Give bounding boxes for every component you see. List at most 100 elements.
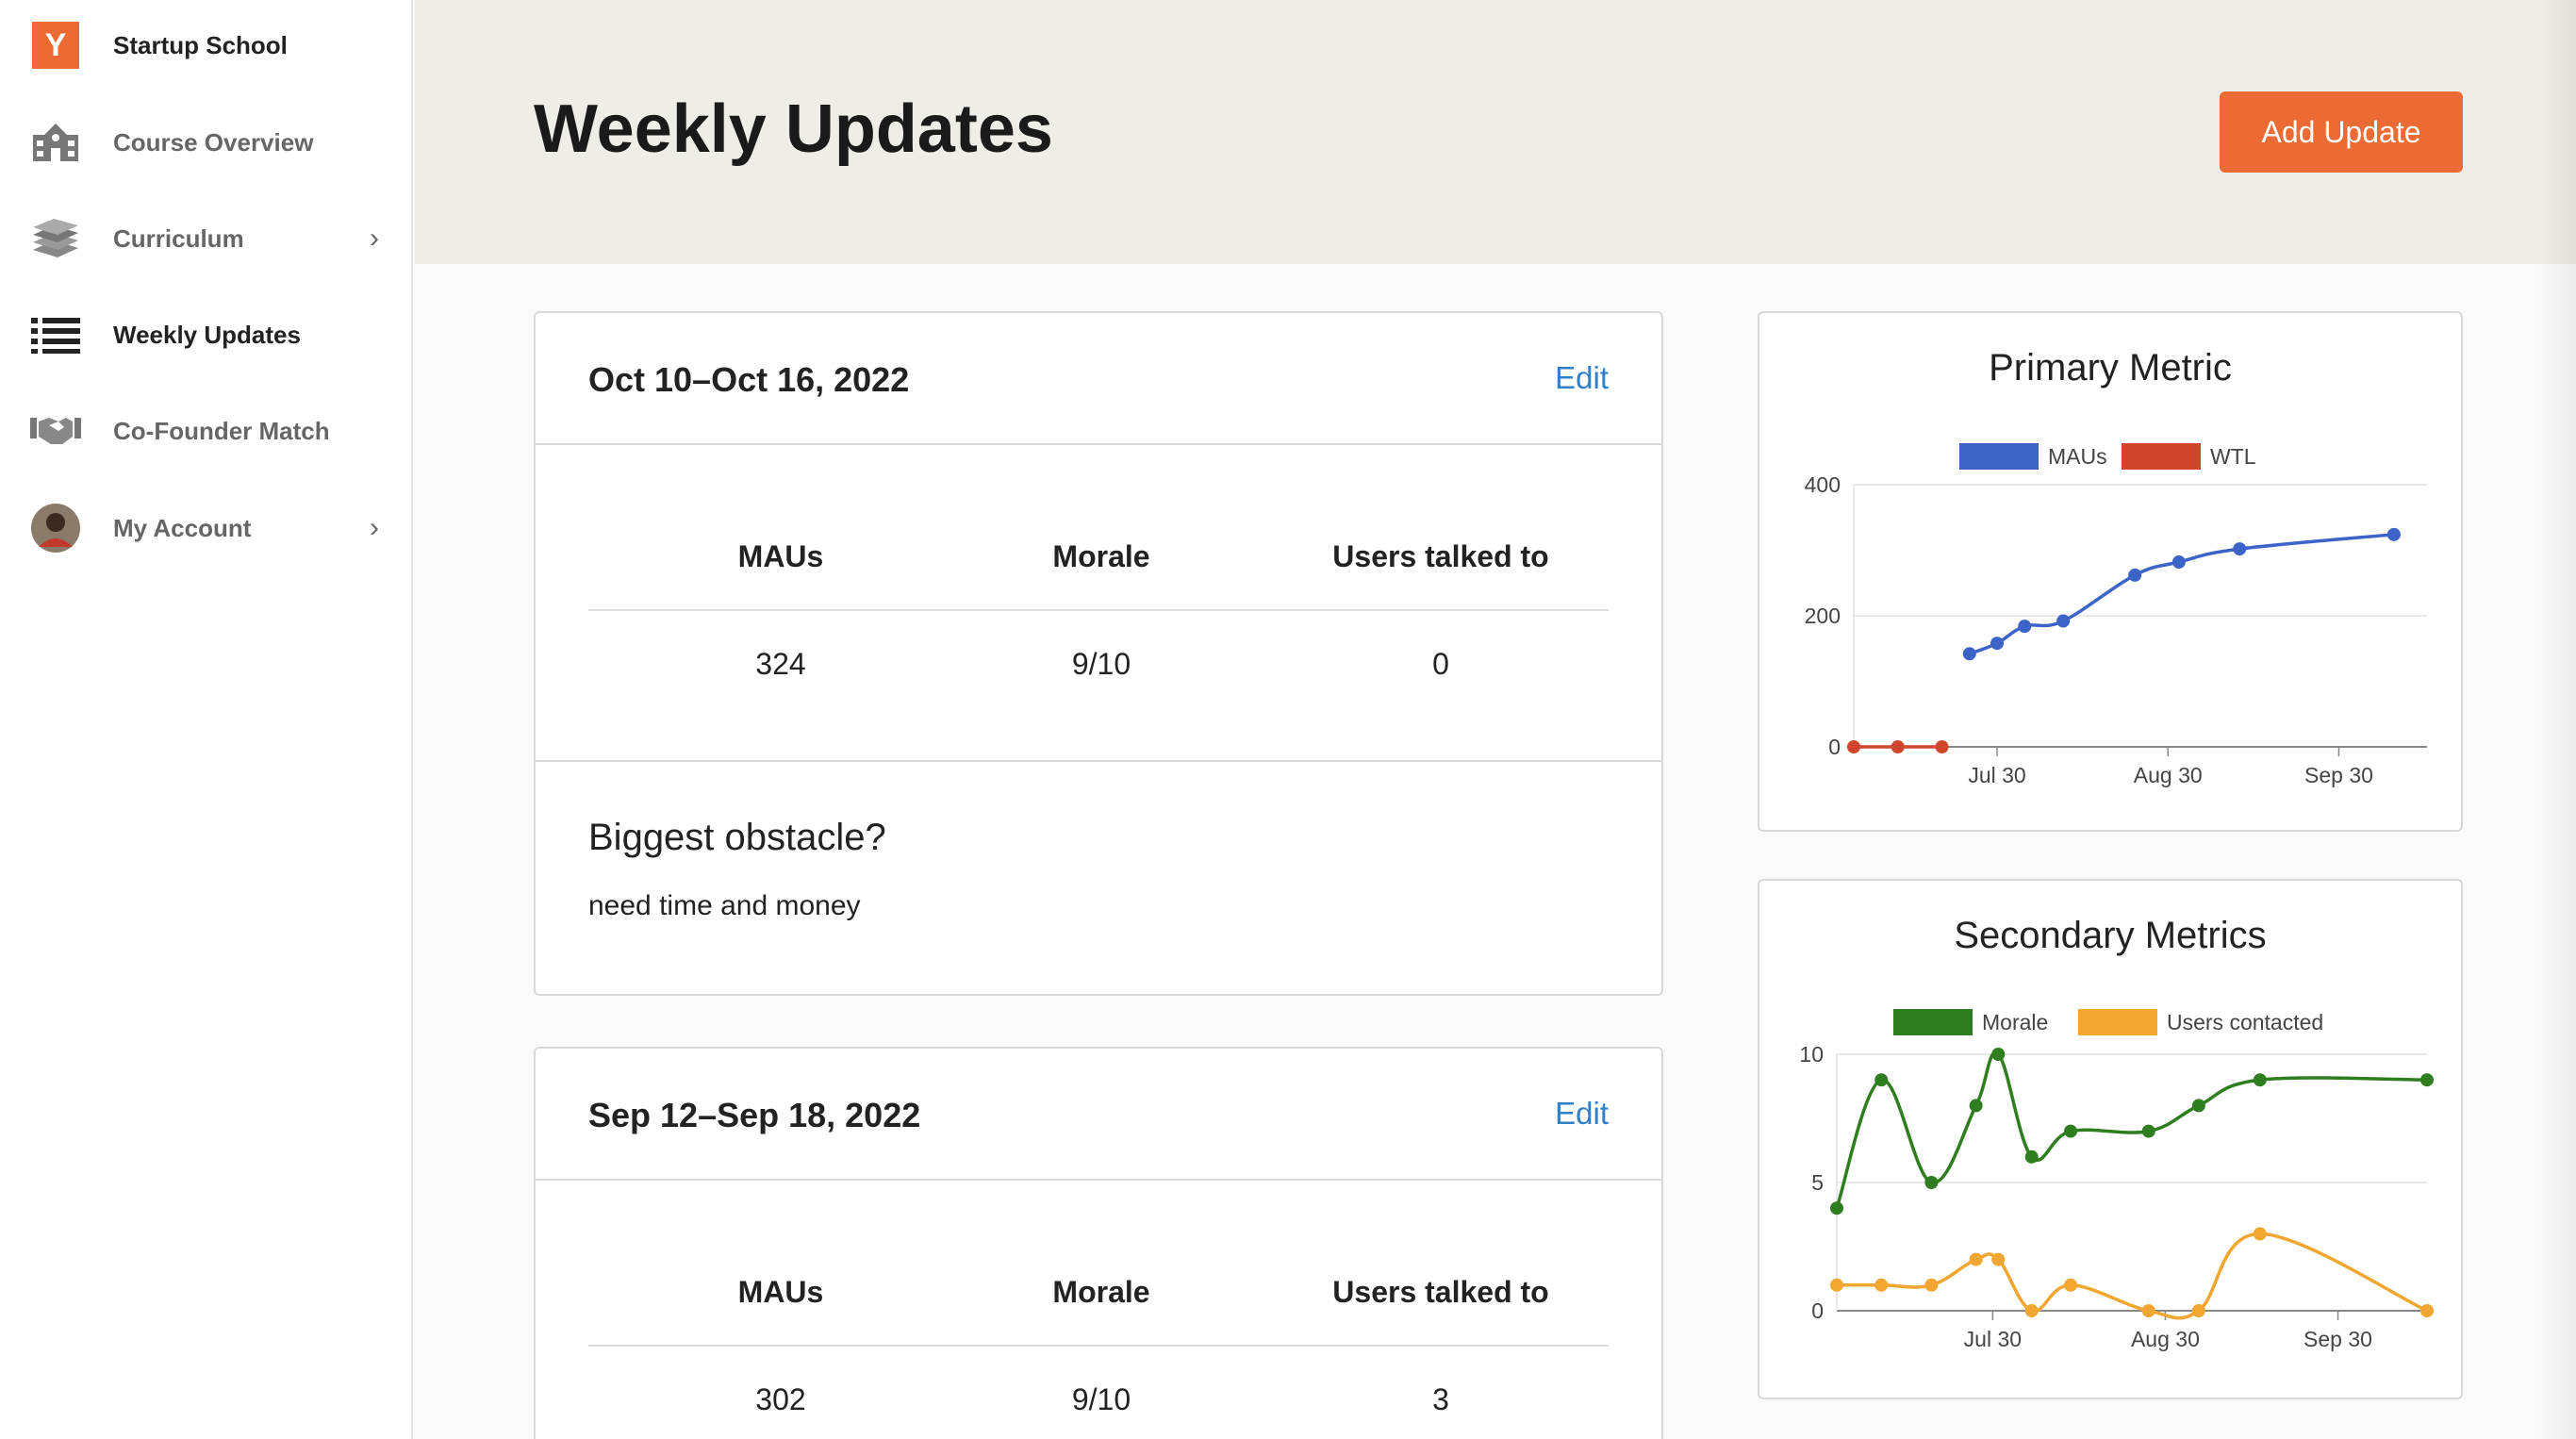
data-point: [2171, 555, 2186, 570]
add-update-button[interactable]: Add Update: [2220, 91, 2463, 173]
data-point: [2191, 1099, 2205, 1113]
obstacle-answer: need time and money: [588, 890, 861, 921]
metric-value-maus: 324: [755, 647, 806, 681]
metric-header-users-talked-to: Users talked to: [1332, 1275, 1549, 1309]
update-card-header: Sep 12–Sep 18, 2022 Edit: [536, 1049, 1661, 1181]
data-point: [2064, 1124, 2078, 1138]
list-icon: [30, 313, 81, 356]
sidebar-item-co-founder-match[interactable]: Co-Founder Match: [0, 397, 413, 465]
metric-value-morale: 9/10: [1071, 647, 1131, 681]
metric-value-morale: 9/10: [1071, 1382, 1131, 1416]
series-line-1: [1836, 1232, 2428, 1320]
books-icon: [30, 217, 81, 260]
sidebar-item-weekly-updates[interactable]: Weekly Updates: [0, 301, 413, 369]
update-date: Sep 12–Sep 18, 2022: [588, 1096, 921, 1134]
x-tick-label: Jul 30: [1968, 763, 2025, 787]
data-point: [2386, 527, 2401, 541]
divider: [588, 1345, 1609, 1347]
metric-value-users-talked-to: 3: [1432, 1382, 1449, 1416]
x-tick-label: Jul 30: [1964, 1327, 2022, 1351]
secondary-metrics-chart: Morale Users contacted 0 5 10 Jul 30 Aug 30 Sep…: [1799, 1009, 2434, 1351]
metric-header-users-talked-to: Users talked to: [1332, 539, 1549, 573]
data-point: [2191, 1304, 2205, 1317]
metric-value-users-talked-to: 0: [1432, 647, 1449, 681]
update-card: Oct 10–Oct 16, 2022 Edit MAUs Morale Use…: [534, 311, 1663, 996]
page-title: Weekly Updates: [534, 91, 1053, 167]
data-point: [1991, 1048, 2006, 1061]
metrics-table: MAUs Morale Users talked to 302 9/10 3: [536, 1181, 1661, 1439]
metric-header-morale: Morale: [1052, 1275, 1150, 1309]
data-point: [2420, 1304, 2434, 1317]
sidebar-item-my-account[interactable]: My Account ›: [0, 494, 413, 562]
handshake-icon: [30, 409, 81, 453]
y-tick-label: 400: [1805, 472, 1841, 497]
chevron-right-icon: ›: [370, 223, 379, 254]
metrics-table: MAUs Morale Users talked to 324 9/10 0: [536, 445, 1661, 762]
chevron-right-icon: ›: [370, 512, 379, 543]
legend-label-1: WTL: [2210, 444, 2256, 469]
y-tick-label: 0: [1811, 1298, 1824, 1323]
data-point: [2253, 1227, 2267, 1241]
y-tick-label: 5: [1811, 1170, 1824, 1195]
legend-swatch-0: [1893, 1009, 1973, 1035]
data-point: [2233, 542, 2247, 556]
scroll-shadow: [2538, 0, 2576, 1439]
sidebar-brand[interactable]: Y Startup School: [0, 11, 413, 79]
data-point: [1991, 1252, 2006, 1266]
update-card-header: Oct 10–Oct 16, 2022 Edit: [536, 313, 1661, 445]
y-tick-label: 10: [1799, 1042, 1824, 1067]
data-point: [1874, 1278, 1889, 1292]
data-point: [2018, 620, 2032, 634]
sidebar-item-label: Weekly Updates: [113, 320, 301, 349]
school-building-icon: [30, 121, 81, 164]
legend-label-0: Morale: [1982, 1010, 2048, 1034]
obstacle-section: Biggest obstacle? need time and money: [536, 762, 1661, 994]
data-point: [1935, 740, 1949, 753]
data-point: [2064, 1278, 2078, 1292]
legend-label-0: MAUs: [2048, 444, 2107, 469]
update-date: Oct 10–Oct 16, 2022: [588, 360, 910, 399]
metric-header-morale: Morale: [1052, 539, 1150, 573]
edit-link[interactable]: Edit: [1555, 1096, 1609, 1132]
sidebar-item-label: Co-Founder Match: [113, 416, 330, 445]
brand-label: Startup School: [113, 30, 288, 59]
data-point: [2141, 1124, 2155, 1138]
data-point: [2024, 1304, 2039, 1317]
data-point: [1847, 740, 1860, 753]
data-point: [2420, 1073, 2434, 1087]
data-point: [1874, 1073, 1889, 1087]
sidebar: Y Startup School Course Overview Curricu…: [0, 0, 413, 1439]
y-tick-label: 0: [1828, 735, 1841, 759]
data-point: [2024, 1150, 2039, 1164]
data-point: [1924, 1176, 1939, 1189]
data-point: [2141, 1304, 2155, 1317]
update-card: Sep 12–Sep 18, 2022 Edit MAUs Morale Use…: [534, 1047, 1663, 1439]
data-point: [2253, 1073, 2267, 1087]
ycombinator-logo-icon: Y: [30, 22, 81, 69]
divider: [588, 609, 1609, 611]
secondary-metrics-chart-card: Secondary Metrics Morale Users contacted 0…: [1758, 879, 2463, 1399]
x-tick-label: Sep 30: [2304, 1327, 2372, 1351]
data-point: [1830, 1278, 1843, 1292]
x-tick-label: Sep 30: [2304, 763, 2373, 787]
sidebar-item-curriculum[interactable]: Curriculum ›: [0, 205, 413, 273]
legend-swatch-0: [1959, 443, 2039, 470]
edit-link[interactable]: Edit: [1555, 360, 1609, 396]
series-line-0: [1969, 533, 2395, 655]
legend-swatch-1: [2078, 1009, 2157, 1035]
x-tick-label: Aug 30: [2134, 763, 2203, 787]
y-tick-label: 200: [1805, 604, 1841, 628]
data-point: [1924, 1278, 1939, 1292]
primary-metric-chart-card: Primary Metric MAUs WTL 0 200 400 Jul 30 Aug 3…: [1758, 311, 2463, 832]
avatar: [30, 504, 81, 553]
data-point: [1830, 1201, 1843, 1216]
legend-swatch-1: [2122, 443, 2201, 470]
metric-value-maus: 302: [755, 1382, 806, 1416]
data-point: [1891, 740, 1905, 753]
sidebar-item-label: Curriculum: [113, 223, 244, 253]
data-point: [1990, 637, 2004, 651]
sidebar-item-course-overview[interactable]: Course Overview: [0, 108, 413, 176]
data-point: [2128, 568, 2142, 582]
data-point: [1969, 1099, 1983, 1113]
primary-metric-chart: MAUs WTL 0 200 400 Jul 30 Aug 30 Sep 30: [1805, 443, 2427, 787]
